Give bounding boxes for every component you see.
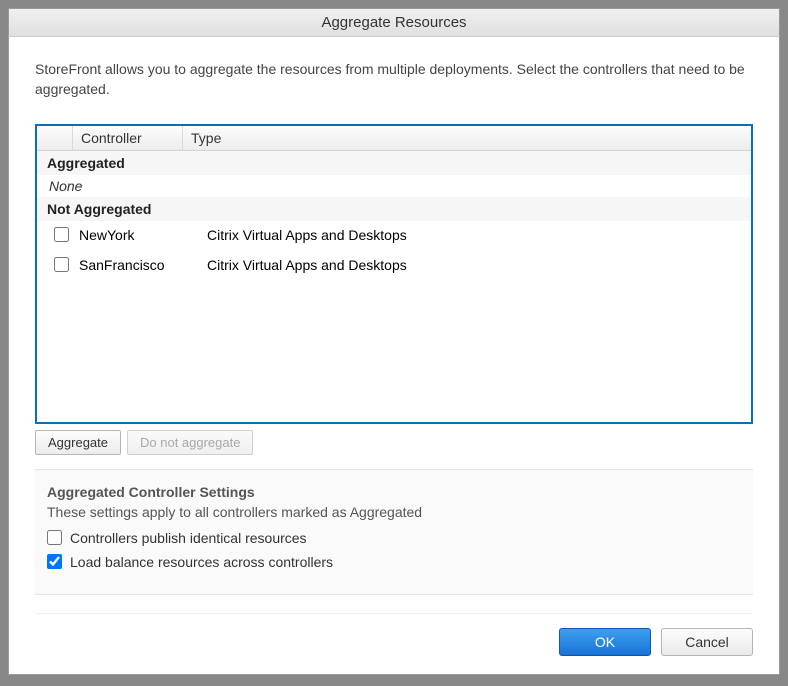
aggregate-button[interactable]: Aggregate [35,430,121,455]
group-aggregated: Aggregated [37,151,751,175]
controllers-table: Controller Type Aggregated None Not Aggr… [35,124,753,424]
setting-publish-identical-checkbox[interactable] [47,530,62,545]
setting-load-balance-checkbox[interactable] [47,554,62,569]
table-header-row: Controller Type [37,126,751,151]
dialog-frame: Aggregate Resources StoreFront allows yo… [0,0,788,686]
settings-subtitle: These settings apply to all controllers … [47,504,741,520]
setting-publish-identical-label: Controllers publish identical resources [70,530,307,546]
table-row[interactable]: SanFrancisco Citrix Virtual Apps and Des… [37,251,751,279]
row-type: Citrix Virtual Apps and Desktops [207,257,743,273]
setting-load-balance[interactable]: Load balance resources across controller… [47,554,741,570]
table-header-type[interactable]: Type [183,126,751,150]
table-row[interactable]: NewYork Citrix Virtual Apps and Desktops [37,221,751,249]
setting-publish-identical[interactable]: Controllers publish identical resources [47,530,741,546]
footer-row: OK Cancel [35,613,753,656]
aggregated-controller-settings: Aggregated Controller Settings These set… [35,469,753,595]
title-bar: Aggregate Resources [8,8,780,37]
row-checkbox[interactable] [54,227,69,242]
row-controller: SanFrancisco [77,257,207,273]
action-row: Aggregate Do not aggregate [35,430,753,455]
aggregated-none: None [37,175,751,197]
table-header-checkbox-col [37,126,73,150]
dialog-body: StoreFront allows you to aggregate the r… [8,37,780,675]
do-not-aggregate-button: Do not aggregate [127,430,253,455]
row-type: Citrix Virtual Apps and Desktops [207,227,743,243]
row-checkbox-cell [45,257,77,272]
intro-text: StoreFront allows you to aggregate the r… [35,59,753,100]
row-checkbox[interactable] [54,257,69,272]
row-controller: NewYork [77,227,207,243]
setting-load-balance-label: Load balance resources across controller… [70,554,333,570]
table-header-controller[interactable]: Controller [73,126,183,150]
settings-title: Aggregated Controller Settings [47,484,741,500]
row-checkbox-cell [45,227,77,242]
cancel-button[interactable]: Cancel [661,628,753,656]
group-not-aggregated: Not Aggregated [37,197,751,221]
dialog-title: Aggregate Resources [321,14,466,31]
ok-button[interactable]: OK [559,628,651,656]
